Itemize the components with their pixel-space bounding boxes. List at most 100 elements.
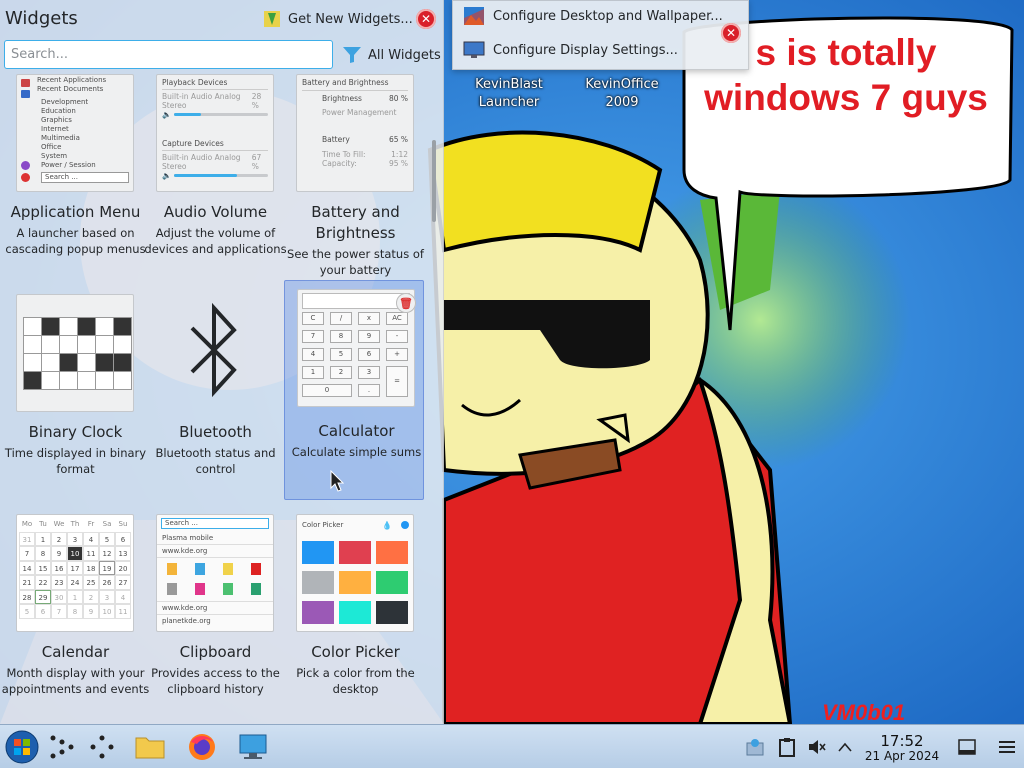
wallpaper-icon: [464, 7, 484, 25]
calendar-day: 8: [35, 546, 51, 561]
widget-tile-audio-volume[interactable]: Playback Devices Built-in Audio Analog S…: [140, 70, 287, 290]
volume-muted-icon: [809, 740, 826, 754]
widget-desc: Month display with your appointments and…: [1, 666, 150, 696]
search-input[interactable]: [4, 40, 333, 69]
close-icon[interactable]: ✕: [721, 23, 741, 43]
calendar-day: 9: [51, 546, 67, 561]
widget-tile-clipboard[interactable]: Search ... Plasma mobile www.kde.org www…: [140, 510, 280, 724]
get-new-widgets-label: Get New Widgets...: [288, 11, 413, 27]
calendar-day: 3: [67, 531, 83, 546]
menu-item-label: Configure Desktop and Wallpaper...: [493, 8, 723, 24]
desktop-context-menu: Configure Desktop and Wallpaper... Confi…: [452, 0, 749, 70]
widget-desc: See the power status of your battery: [287, 247, 424, 277]
calendar-day: 27: [115, 575, 131, 590]
tray-volume-button[interactable]: [802, 729, 832, 765]
menu-row: Recent Documents: [37, 85, 104, 93]
calendar-day: 1: [35, 531, 51, 546]
calendar-day: 30: [51, 589, 67, 604]
calendar-day: 7: [19, 546, 35, 561]
widget-tile-calendar[interactable]: Mo Tu We Th Fr Sa Su 31 1 2 3 4 5 6 7 8 9 10 11 12 13 14 15 16 1…: [0, 510, 149, 724]
show-desktop-icon: [958, 739, 976, 755]
calendar-day: 19: [99, 560, 115, 575]
widget-grid: Recent Applications Recent Documents Dev…: [0, 70, 444, 724]
show-desktop-button[interactable]: [952, 729, 982, 765]
calendar-day: 5: [19, 604, 35, 619]
menu-item-configure-display[interactable]: Configure Display Settings...: [463, 39, 678, 61]
widget-name: Bluetooth: [179, 423, 252, 441]
firefox-icon: [189, 734, 215, 760]
clock-date[interactable]: 21 Apr 2024: [856, 749, 948, 763]
calendar-day: 13: [115, 546, 131, 561]
calendar-weekday: Sa: [102, 520, 112, 528]
menu-row: Education: [41, 107, 76, 115]
get-new-widgets-button[interactable]: Get New Widgets...: [258, 6, 417, 32]
clipboard-icon: [779, 738, 795, 757]
firefox-button[interactable]: [184, 729, 220, 765]
trash-icon[interactable]: 🗑: [396, 293, 416, 313]
widget-thumbnail: Mo Tu We Th Fr Sa Su 31 1 2 3 4 5 6 7 8 9 10 11 12 13 14 15 16 1…: [16, 514, 134, 632]
capture-header: Capture Devices: [162, 139, 224, 148]
widget-thumbnail: Battery and Brightness Brightness 80 % Po…: [296, 74, 414, 192]
calc-key: AC: [386, 312, 408, 325]
power-icon: [21, 161, 30, 170]
activities-button[interactable]: [44, 729, 80, 765]
calendar-day: 26: [99, 575, 115, 590]
volume-value: 67 %: [251, 153, 262, 171]
virtual-desktop-button[interactable]: [84, 729, 120, 765]
widget-name: Binary Clock: [28, 423, 123, 441]
menu-row: Development: [41, 98, 89, 106]
monitor-icon: [463, 41, 485, 58]
calendar-day: 11: [83, 546, 99, 561]
calendar-day: 8: [67, 604, 83, 619]
start-button[interactable]: [4, 729, 40, 765]
widget-tile-color-picker[interactable]: Color Picker 💧 Color Picker Pick a color…: [280, 510, 420, 724]
widget-thumbnail: [16, 294, 134, 412]
calendar-day: 21: [19, 575, 35, 590]
tray-clipboard-button[interactable]: [772, 729, 802, 765]
widget-tile-bluetooth[interactable]: Bluetooth Bluetooth status and control: [140, 290, 280, 510]
calendar-day: 25: [83, 575, 99, 590]
color-swatch: [339, 571, 371, 594]
clip-item: www.kde.org: [157, 545, 273, 558]
calc-key: 5: [330, 348, 352, 361]
calc-key: 7: [302, 330, 324, 343]
widget-tile-calculator[interactable]: C / x AC 7 8 9- 4 5 6 +1 2 3 = 0. 🗑 Calculator Calcula…: [284, 280, 424, 500]
menu-search: Search ...: [41, 172, 129, 183]
calendar-day: 20: [115, 560, 131, 575]
file-manager-button[interactable]: [132, 729, 168, 765]
menu-button[interactable]: [992, 729, 1022, 765]
widget-desc: Adjust the volume of devices and applica…: [144, 226, 287, 256]
color-swatch: [339, 601, 371, 624]
tray-updater-button[interactable]: [740, 729, 770, 765]
droplet-icon: 💧: [382, 521, 392, 530]
close-panel-icon[interactable]: ✕: [416, 9, 436, 29]
calc-key: /: [330, 312, 352, 325]
update-icon: [746, 739, 764, 756]
color-swatch: [376, 571, 408, 594]
dots-icon: [90, 735, 114, 759]
desktop-icon-kevinoffice[interactable]: KevinOffice 2009: [572, 76, 672, 112]
brightness-label: Brightness: [322, 94, 362, 103]
desktop-icon-kevinblast[interactable]: KevinBlast Launcher: [459, 76, 559, 112]
time-value: 1:12: [391, 150, 408, 159]
color-swatch: [302, 571, 334, 594]
widget-name: Battery and Brightness: [311, 203, 400, 242]
remote-desktop-button[interactable]: [236, 729, 272, 765]
widgets-panel: Widgets Get New Widgets... ✕ All Widgets…: [0, 0, 444, 724]
menu-item-configure-desktop[interactable]: Configure Desktop and Wallpaper...: [463, 5, 723, 27]
calendar-day: 18: [83, 560, 99, 575]
volume-value: 28 %: [251, 92, 262, 110]
all-widgets-filter-button[interactable]: All Widgets: [342, 43, 441, 67]
menu-row: Recent Applications: [37, 76, 107, 84]
menu-row: Power / Session: [41, 161, 96, 169]
scrollbar[interactable]: [432, 140, 436, 222]
widget-tile-binary-clock[interactable]: Binary Clock Time displayed in binary fo…: [0, 290, 146, 510]
widget-tile-battery-brightness[interactable]: Battery and Brightness Brightness 80 % Po…: [280, 70, 424, 290]
calendar-day: 11: [115, 604, 131, 619]
menu-row: Graphics: [41, 116, 72, 124]
desktop-icon-label: KevinOffice 2009: [585, 77, 659, 110]
widget-tile-application-menu[interactable]: Recent Applications Recent Documents Dev…: [0, 70, 146, 290]
battery-label: Battery: [322, 135, 350, 144]
widget-desc: A launcher based on cascading popup menu…: [5, 226, 146, 256]
clock-time[interactable]: 17:52: [870, 732, 934, 750]
